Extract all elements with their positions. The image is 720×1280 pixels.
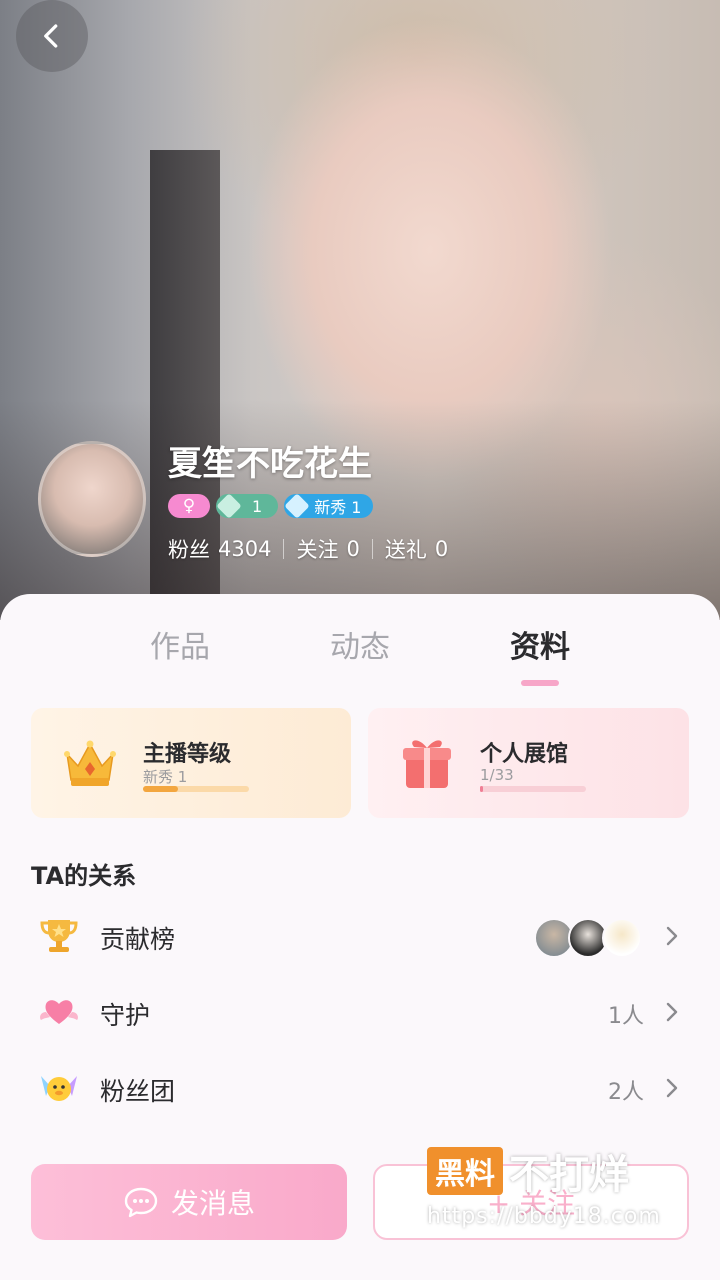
guard-row[interactable]: 守护 1人 [0, 976, 720, 1046]
personal-gallery-subtitle: 1/33 [480, 766, 514, 784]
rookie-gem-icon [284, 493, 310, 519]
back-button[interactable] [16, 0, 88, 72]
personal-gallery-progress [480, 786, 586, 792]
profile-stats: 粉丝 4304 关注 0 送礼 0 [168, 534, 448, 564]
top-contributors [534, 918, 642, 958]
profile-badges: ♀ 1 新秀 1 [168, 493, 374, 519]
send-message-button[interactable]: 发消息 [31, 1164, 347, 1240]
fan-club-label: 粉丝团 [100, 1077, 176, 1106]
watermark-text: 不打烊 [509, 1152, 629, 1198]
level-badge-value: 1 [252, 496, 263, 516]
stats-divider [371, 539, 373, 559]
anchor-level-progress [143, 786, 249, 792]
crown-icon [64, 740, 116, 786]
female-icon: ♀ [182, 496, 196, 516]
gifts-label: 送礼 [384, 538, 427, 562]
fan-club-duck-icon [41, 1076, 77, 1101]
anchor-level-progress-fill [143, 786, 178, 792]
active-tab-indicator [521, 680, 559, 686]
guard-count: 1人 [608, 1004, 644, 1029]
personal-gallery-progress-fill [480, 786, 484, 792]
contribution-ranking-label: 贡献榜 [100, 925, 176, 954]
send-message-label: 发消息 [170, 1187, 255, 1220]
watermark: 黑料 不打烊 https://bbdy18.com [427, 1142, 697, 1234]
anchor-level-title: 主播等级 [143, 742, 232, 767]
tab-moments[interactable]: 动态 [330, 622, 390, 666]
contribution-ranking-row[interactable]: 贡献榜 [0, 900, 720, 970]
anchor-level-card[interactable]: 主播等级 新秀 1 [31, 708, 351, 818]
heart-wings-icon [40, 1000, 78, 1024]
tab-bar: 作品 动态 资料 [0, 612, 720, 686]
chat-bubble-icon [124, 1187, 158, 1218]
chevron-right-icon [666, 1078, 678, 1098]
fans-count: 4304 [218, 537, 272, 561]
chevron-right-icon [666, 926, 678, 946]
tab-works[interactable]: 作品 [150, 622, 210, 666]
rookie-badge-label: 新秀 1 [314, 498, 362, 517]
tab-profile-info[interactable]: 资料 [510, 622, 570, 666]
following-label: 关注 [296, 538, 339, 562]
gift-box-icon [403, 740, 451, 788]
fan-club-count: 2人 [608, 1080, 644, 1105]
level-gem-icon [216, 493, 242, 519]
following-count: 0 [346, 537, 360, 561]
relations-section-title: TA的关系 [31, 862, 137, 890]
trophy-icon [40, 920, 78, 952]
level-badge: 1 [216, 493, 279, 519]
gender-badge: ♀ [168, 494, 210, 518]
personal-gallery-card[interactable]: 个人展馆 1/33 [368, 708, 689, 818]
watermark-url: https://bbdy18.com [427, 1204, 661, 1229]
gifts-count: 0 [434, 537, 449, 561]
stats-divider [283, 539, 285, 559]
chevron-right-icon [666, 1002, 678, 1022]
guard-label: 守护 [100, 1001, 151, 1030]
watermark-badge: 黑料 [427, 1147, 503, 1195]
personal-gallery-title: 个人展馆 [480, 742, 569, 767]
fans-label: 粉丝 [168, 538, 210, 562]
anchor-level-subtitle: 新秀 1 [143, 768, 188, 786]
chevron-left-icon [44, 24, 58, 48]
contributor-avatar [602, 918, 642, 958]
fan-club-row[interactable]: 粉丝团 2人 [0, 1052, 720, 1122]
rookie-badge: 新秀 1 [284, 493, 374, 519]
profile-avatar[interactable] [38, 441, 146, 557]
profile-name: 夏笙不吃花生 [168, 444, 372, 484]
